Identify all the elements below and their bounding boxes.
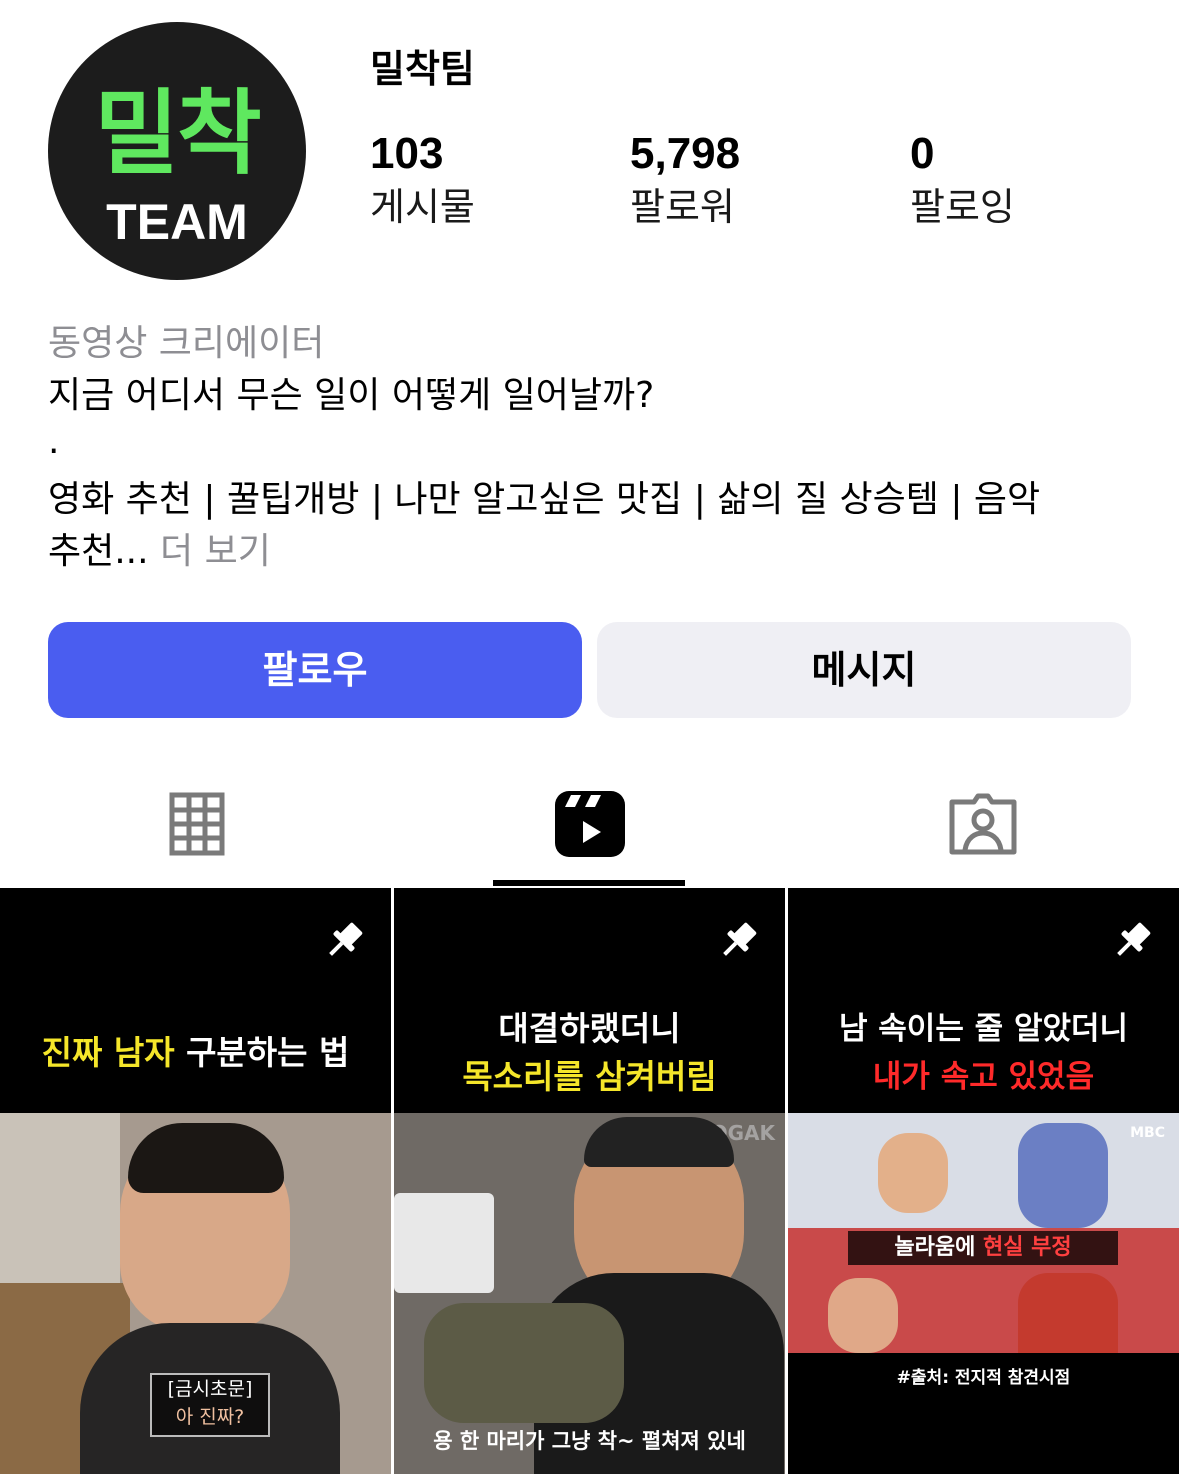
reel-caption-line1: 남 속이는 줄 알았더니 xyxy=(838,1011,1129,1047)
bio-more-link[interactable]: 더 보기 xyxy=(160,531,271,572)
tab-reels[interactable] xyxy=(393,760,786,888)
reel-caption-line2: 내가 속고 있었음 xyxy=(872,1059,1095,1095)
reel-tile[interactable]: 남 속이는 줄 알았더니 내가 속고 있었음 MBC 놀라움에 현실 부정 #출… xyxy=(788,888,1179,1474)
reel-thumbnail: MBC 놀라움에 현실 부정 xyxy=(788,1113,1179,1353)
reel-caption: 진짜 남자 구분하는 법 xyxy=(0,1030,391,1076)
profile-tabs xyxy=(0,760,1179,888)
stat-following[interactable]: 0 팔로잉 xyxy=(910,128,1015,232)
bio-line: 영화 추천 | 꿀팁개방 | 나만 알고싶은 맛집 | 삶의 질 상승템 | 음… xyxy=(48,479,1041,520)
bio-line: 지금 어디서 무슨 일이 어떻게 일어날까? xyxy=(48,375,655,416)
message-button[interactable]: 메시지 xyxy=(597,622,1131,718)
stat-posts-label: 게시물 xyxy=(370,185,475,229)
reel-subtitle-tag: [금시초문] xyxy=(167,1378,253,1400)
reel-tile[interactable]: 진짜 남자 구분하는 법 [금시초문] 아 진짜? xyxy=(0,888,391,1474)
reels-icon xyxy=(554,791,625,857)
reel-tile[interactable]: 대결하랬더니 목소리를 삼켜버림 JOGAK 용 한 마리가 그냥 착~ 펼쳐져… xyxy=(394,888,785,1474)
stat-followers-count: 5,798 xyxy=(630,129,741,178)
reel-thumbnail: JOGAK 용 한 마리가 그냥 착~ 펼쳐져 있네 xyxy=(394,1113,785,1474)
reel-overlay-caption: 놀라움에 현실 부정 xyxy=(848,1231,1118,1265)
follow-button[interactable]: 팔로우 xyxy=(48,622,582,718)
profile-bio: 동영상 크리에이터 지금 어디서 무슨 일이 어떻게 일어날까? . 영화 추천… xyxy=(48,318,1148,578)
tagged-icon xyxy=(949,793,1016,855)
reel-caption-line1: 대결하랬더니 xyxy=(498,1009,681,1048)
stat-following-label: 팔로잉 xyxy=(910,185,1015,229)
pin-icon xyxy=(1117,922,1151,956)
reel-subtitle: 용 한 마리가 그냥 착~ 펼쳐져 있네 xyxy=(433,1429,746,1453)
active-tab-indicator xyxy=(493,880,685,886)
bio-category: 동영상 크리에이터 xyxy=(48,323,325,364)
tab-posts[interactable] xyxy=(0,760,393,888)
bio-line-last: 추천... 더 보기 xyxy=(48,526,1148,578)
avatar-logo-subtext: TEAM xyxy=(106,194,248,250)
bio-line-text: 추천... xyxy=(48,531,149,572)
reel-caption-line2: 목소리를 삼켜버림 xyxy=(462,1057,717,1096)
reel-subtitle: 아 진짜? xyxy=(175,1406,245,1428)
reel-caption-text: 구분하는 법 xyxy=(186,1033,350,1072)
reel-overlay-highlight: 현실 부정 xyxy=(983,1235,1072,1260)
broadcaster-logo: MBC xyxy=(1130,1125,1165,1141)
reel-caption-highlight: 진짜 남자 xyxy=(41,1033,187,1072)
grid-icon xyxy=(169,792,224,856)
profile-header: 밀착 TEAM 밀착팀 103 게시물 5,798 팔로워 0 팔로잉 xyxy=(0,0,1179,300)
avatar-logo-text: 밀착 xyxy=(94,80,261,187)
tab-tagged[interactable] xyxy=(786,760,1179,888)
stat-posts-count: 103 xyxy=(370,129,444,178)
reel-source: #출처: 전지적 참견시점 xyxy=(896,1368,1071,1388)
reel-overlay-text: 놀라움에 xyxy=(894,1235,983,1260)
pin-icon xyxy=(329,922,363,956)
bio-line: . xyxy=(48,421,60,462)
reel-thumbnail: [금시초문] 아 진짜? xyxy=(0,1113,391,1474)
stat-followers-label: 팔로워 xyxy=(630,185,735,229)
stat-following-count: 0 xyxy=(910,129,935,178)
stat-followers[interactable]: 5,798 팔로워 xyxy=(630,128,740,232)
profile-username: 밀착팀 xyxy=(370,47,475,91)
pin-icon xyxy=(723,922,757,956)
stat-posts[interactable]: 103 게시물 xyxy=(370,128,475,232)
reels-grid: 진짜 남자 구분하는 법 [금시초문] 아 진짜? 대결하랬더니 목소리를 삼켜… xyxy=(0,888,1179,1474)
profile-avatar[interactable]: 밀착 TEAM xyxy=(48,22,306,280)
